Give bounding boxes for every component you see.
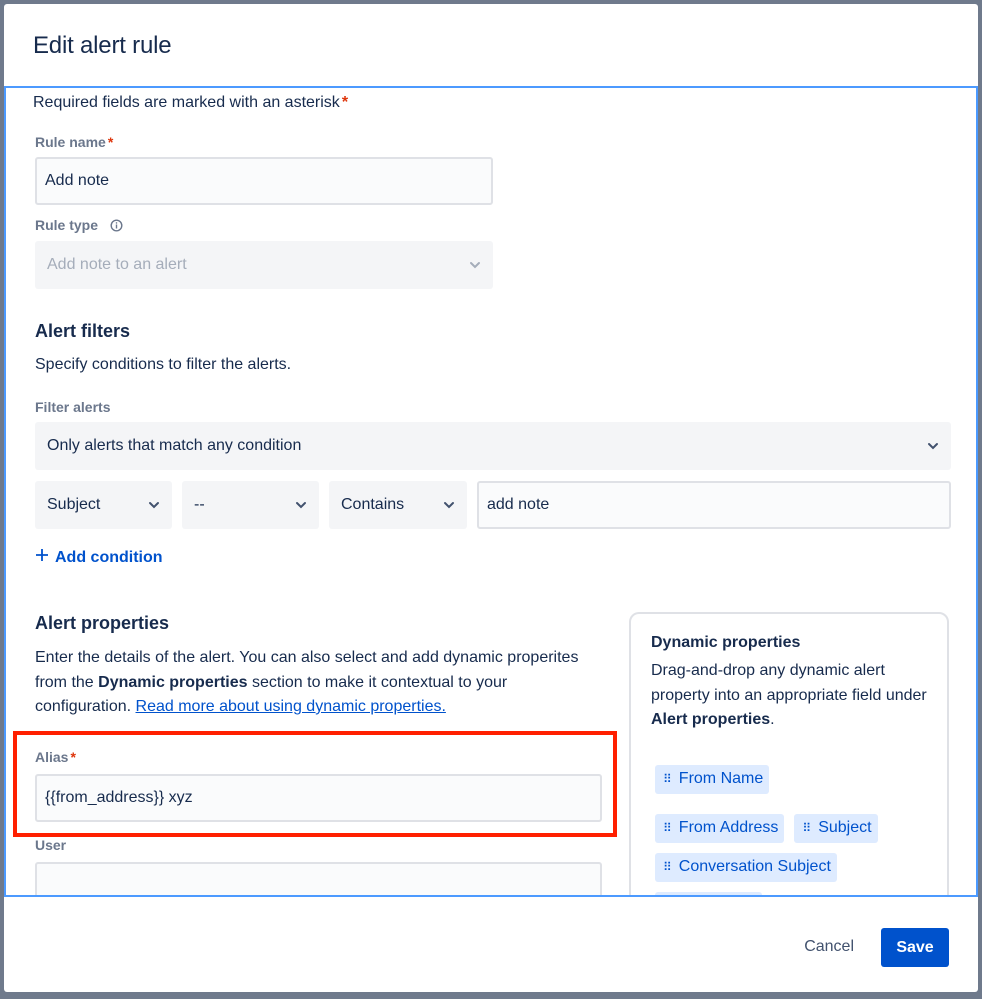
alert-properties-description: Enter the details of the alert. You can … bbox=[35, 646, 603, 720]
save-button[interactable]: Save bbox=[881, 928, 949, 967]
alias-input[interactable]: {{from_address}} xyz bbox=[35, 774, 602, 822]
modal-body-scroll-area[interactable]: Required fields are marked with an aster… bbox=[4, 86, 978, 897]
description-bold: Alert properties bbox=[651, 711, 771, 728]
condition-not-value: -- bbox=[194, 496, 205, 513]
alias-label: Alias * bbox=[35, 749, 76, 765]
dynamic-properties-title: Dynamic properties bbox=[651, 634, 801, 651]
rule-type-select: Add note to an alert bbox=[35, 241, 493, 289]
cancel-button[interactable]: Cancel bbox=[794, 928, 864, 966]
description-text: . bbox=[770, 711, 775, 728]
chevron-down-icon bbox=[295, 499, 307, 511]
description-bold: Dynamic properties bbox=[98, 673, 248, 691]
dynamic-properties-panel: Dynamic properties Drag-and-drop any dyn… bbox=[629, 612, 949, 895]
info-icon[interactable] bbox=[110, 219, 123, 232]
filter-alerts-value: Only alerts that match any condition bbox=[47, 437, 302, 454]
rule-name-label: Rule name * bbox=[35, 134, 113, 150]
dynamic-properties-description: Drag-and-drop any dynamic alert property… bbox=[651, 659, 931, 733]
required-fields-note: Required fields are marked with an aster… bbox=[33, 94, 348, 112]
condition-operator-select[interactable]: Contains bbox=[329, 481, 467, 529]
alias-label-text: Alias bbox=[35, 749, 69, 765]
chip-from-address[interactable]: ⠿ From Address bbox=[655, 813, 785, 843]
add-condition-button[interactable]: Add condition bbox=[35, 548, 163, 567]
chevron-down-icon bbox=[469, 259, 481, 271]
rule-type-label: Rule type bbox=[35, 217, 123, 233]
read-more-link[interactable]: Read more about using dynamic properties… bbox=[136, 698, 446, 715]
condition-field-select[interactable]: Subject bbox=[35, 481, 172, 529]
alias-value: {{from_address}} xyz bbox=[45, 789, 193, 806]
modal-header: Edit alert rule bbox=[4, 4, 978, 86]
chevron-down-icon bbox=[927, 440, 939, 452]
rule-name-label-text: Rule name bbox=[35, 134, 106, 150]
required-asterisk: * bbox=[70, 749, 76, 765]
filter-alerts-label: Filter alerts bbox=[35, 399, 111, 415]
chevron-down-icon bbox=[148, 499, 160, 511]
condition-not-select[interactable]: -- bbox=[182, 481, 319, 529]
rule-type-value: Add note to an alert bbox=[47, 256, 187, 273]
condition-field-value: Subject bbox=[47, 496, 101, 513]
chip-label: From Address bbox=[678, 819, 779, 836]
alert-filters-title: Alert filters bbox=[35, 321, 131, 341]
filter-alerts-select[interactable]: Only alerts that match any condition bbox=[35, 422, 951, 470]
dynamic-property-chips: ⠿ From Name ⠿ From Address ⠿ Subject ⠿ C… bbox=[655, 764, 925, 895]
user-input[interactable] bbox=[35, 862, 602, 895]
modal-footer: Cancel Save bbox=[4, 897, 978, 992]
required-asterisk: * bbox=[107, 134, 114, 150]
rule-name-input[interactable]: Add note bbox=[35, 157, 493, 205]
alert-properties-title: Alert properties bbox=[35, 613, 170, 633]
drag-handle-icon[interactable]: ⠿ bbox=[663, 822, 672, 834]
modal-title: Edit alert rule bbox=[33, 32, 172, 59]
drag-handle-icon[interactable]: ⠿ bbox=[663, 773, 672, 785]
user-label: User bbox=[35, 837, 67, 853]
condition-operator-value: Contains bbox=[341, 496, 405, 513]
rule-name-value: Add note bbox=[45, 172, 110, 189]
chip-label: Subject bbox=[818, 819, 872, 836]
chip-from-name[interactable]: ⠿ From Name bbox=[655, 764, 770, 794]
description-text: Drag-and-drop any dynamic alert property… bbox=[651, 662, 927, 704]
drag-handle-icon[interactable]: ⠿ bbox=[802, 822, 811, 834]
condition-value-text: add note bbox=[487, 496, 550, 513]
required-note-text: Required fields are marked with an aster… bbox=[33, 94, 340, 111]
plus-icon bbox=[35, 548, 49, 567]
edit-alert-rule-modal: Edit alert rule Required fields are mark… bbox=[4, 4, 978, 992]
chevron-down-icon bbox=[443, 499, 455, 511]
add-condition-label: Add condition bbox=[55, 548, 163, 566]
condition-value-input[interactable]: add note bbox=[477, 481, 951, 529]
drag-handle-icon[interactable]: ⠿ bbox=[663, 861, 672, 873]
required-asterisk: * bbox=[341, 94, 349, 111]
chip-subject[interactable]: ⠿ Subject bbox=[794, 813, 878, 843]
rule-type-label-text: Rule type bbox=[35, 217, 99, 233]
alert-filters-description: Specify conditions to filter the alerts. bbox=[35, 356, 292, 373]
chip-label: From Name bbox=[678, 770, 764, 787]
chip-conversation-subject[interactable]: ⠿ Conversation Subject bbox=[655, 852, 837, 882]
chip-label: Conversation Subject bbox=[678, 858, 831, 875]
